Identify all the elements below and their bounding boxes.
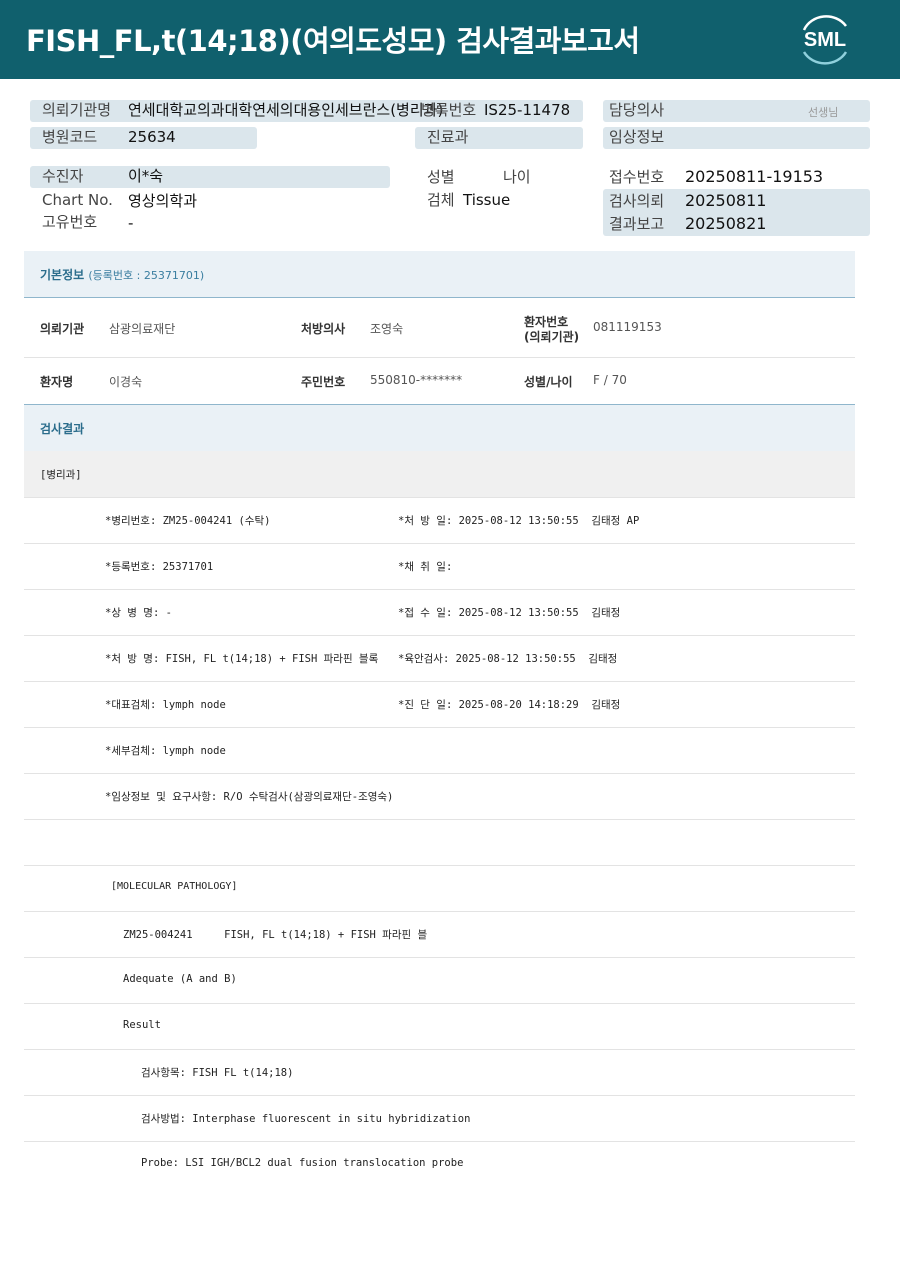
results-header: 검사결과 xyxy=(24,405,855,451)
divider xyxy=(24,1095,855,1096)
result-left-line: *등록번호: 25371701 xyxy=(105,561,214,573)
receipt-value: 20250811-19153 xyxy=(685,167,824,186)
basic-info-header: 기본정보 (등록번호 : 25371701) xyxy=(24,251,855,297)
doctor-suffix: 선생님 xyxy=(808,106,839,119)
chart-value: 영상의학과 xyxy=(128,192,198,210)
specimen-label: 검체 xyxy=(427,191,455,209)
hospital-code-value: 25634 xyxy=(128,128,176,146)
basic-sex-value: F / 70 xyxy=(593,373,627,387)
molecular-item: 검사항목: FISH FL t(14;18) xyxy=(141,1067,294,1079)
institution-value: 연세대학교의과대학연세의대용인세브란스(병리과) xyxy=(128,101,444,119)
divider xyxy=(24,543,855,544)
result-right-line: *채 취 일: xyxy=(398,561,453,573)
result-right-line: *육안검사: 2025-08-12 13:50:55 김태정 xyxy=(398,653,618,665)
request-value: 20250811 xyxy=(685,191,767,210)
examinee-pill xyxy=(30,166,390,188)
patient-no-label: 병록번호 xyxy=(421,101,477,119)
chart-label: Chart No. xyxy=(42,191,113,209)
hospital-code-label: 병원코드 xyxy=(42,128,98,146)
divider xyxy=(24,865,855,866)
result-left-line: *병리번호: ZM25-004241 (수탁) xyxy=(105,515,271,527)
specimen-value: Tissue xyxy=(463,191,511,209)
age-label: 나이 xyxy=(503,168,531,186)
molecular-method: 검사방법: Interphase fluorescent in situ hyb… xyxy=(141,1113,471,1125)
basic-rrn-label: 주민번호 xyxy=(301,375,346,389)
basic-pno-label-2: (의뢰기관) xyxy=(524,330,580,344)
divider xyxy=(24,727,855,728)
result-right-line: *접 수 일: 2025-08-12 13:50:55 김태정 xyxy=(398,607,621,619)
request-label: 검사의뢰 xyxy=(609,192,665,210)
unique-label: 고유번호 xyxy=(42,213,98,231)
basic-doc-value: 조영숙 xyxy=(370,322,404,336)
divider xyxy=(24,297,855,298)
basic-rrn-value: 550810-******* xyxy=(370,373,463,387)
report-label: 결과보고 xyxy=(609,215,665,233)
department-label: 진료과 xyxy=(427,128,469,146)
sml-logo-icon: SML xyxy=(802,15,848,65)
doctor-label: 담당의사 xyxy=(609,101,665,119)
result-right-line: *처 방 일: 2025-08-12 13:50:55 김태정 AP xyxy=(398,515,640,527)
results-title: 검사결과 xyxy=(40,422,85,436)
report-value: 20250821 xyxy=(685,214,767,233)
molecular-probe: Probe: LSI IGH/BCL2 dual fusion transloc… xyxy=(141,1157,464,1169)
divider xyxy=(24,957,855,958)
basic-info-subtitle: (등록번호 : 25371701) xyxy=(88,269,205,282)
divider xyxy=(24,497,855,498)
molecular-case-line: ZM25-004241 FISH, FL t(14;18) + FISH 파라핀… xyxy=(123,929,428,941)
report-title: FISH_FL,t(14;18)(여의도성모) 검사결과보고서 xyxy=(26,24,640,58)
basic-doc-label: 처방의사 xyxy=(301,322,346,336)
examinee-value: 이*숙 xyxy=(128,167,164,185)
result-left-line: *상 병 명: - xyxy=(105,607,172,619)
institution-label: 의뢰기관명 xyxy=(42,101,112,119)
divider xyxy=(24,681,855,682)
divider xyxy=(24,1049,855,1050)
result-right-line: *진 단 일: 2025-08-20 14:18:29 김태정 xyxy=(398,699,621,711)
basic-pno-value: 081119153 xyxy=(593,320,662,334)
divider xyxy=(24,773,855,774)
molecular-adequacy: Adequate (A and B) xyxy=(123,973,237,985)
divider xyxy=(24,819,855,820)
divider xyxy=(24,635,855,636)
molecular-result-label: Result xyxy=(123,1019,161,1031)
result-left-line: *세부검체: lymph node xyxy=(105,745,226,757)
molecular-title: [MOLECULAR PATHOLOGY] xyxy=(111,881,238,892)
dept-label: [병리과] xyxy=(40,469,82,481)
result-left-line: *대표검체: lymph node xyxy=(105,699,226,711)
divider xyxy=(24,1003,855,1004)
gender-label: 성별 xyxy=(427,168,455,186)
dept-band xyxy=(24,451,855,497)
result-left-line: *처 방 명: FISH, FL t(14;18) + FISH 파라핀 블록 xyxy=(105,653,379,665)
divider xyxy=(24,357,855,358)
basic-info-title: 기본정보 (등록번호 : 25371701) xyxy=(40,266,204,283)
basic-name-value: 이경숙 xyxy=(109,375,143,389)
examinee-label: 수진자 xyxy=(42,167,84,185)
basic-name-label: 환자명 xyxy=(40,375,74,389)
divider xyxy=(24,911,855,912)
basic-sex-label: 성별/나이 xyxy=(524,375,573,389)
basic-info-title-text: 기본정보 xyxy=(40,268,85,282)
patient-no-value: IS25-11478 xyxy=(484,101,571,119)
basic-inst-label: 의뢰기관 xyxy=(40,322,85,336)
divider xyxy=(24,1141,855,1142)
receipt-label: 접수번호 xyxy=(609,168,665,186)
report-header: FISH_FL,t(14;18)(여의도성모) 검사결과보고서 SML xyxy=(0,0,900,79)
result-left-line: *임상정보 및 요구사항: R/O 수탁검사(삼광의료재단-조영숙) xyxy=(105,791,394,803)
basic-inst-value: 삼광의료재단 xyxy=(109,322,176,336)
clinical-label: 임상정보 xyxy=(609,128,665,146)
divider xyxy=(24,589,855,590)
unique-value: - xyxy=(128,214,134,232)
logo-text: SML xyxy=(804,29,846,51)
